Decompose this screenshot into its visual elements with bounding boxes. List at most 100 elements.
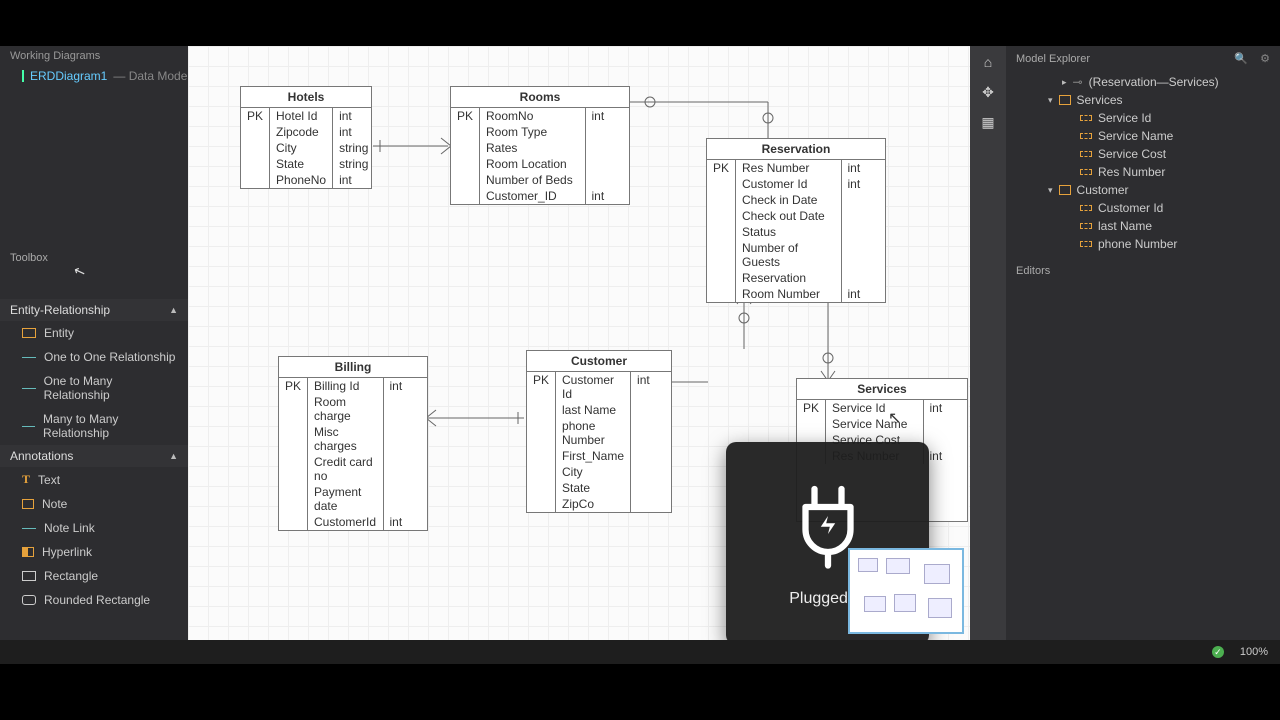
diagram-name: ERDDiagram1 (30, 69, 107, 83)
expand-arrows-icon[interactable]: ✥ (976, 80, 1000, 104)
status-ok-icon: ✓ (1212, 646, 1224, 658)
ann-group[interactable]: Annotations ▲ (0, 445, 188, 467)
tree-label: Service Id (1098, 111, 1151, 125)
palette-item[interactable]: One to One Relationship (0, 345, 188, 369)
palette-label: Rectangle (44, 569, 98, 583)
tree-label: Res Number (1098, 165, 1165, 179)
tree-label: Customer Id (1098, 201, 1163, 215)
column-icon (1080, 241, 1092, 247)
palette-item[interactable]: Rounded Rectangle (0, 588, 188, 612)
letterbox-bottom (0, 664, 1280, 720)
palette-icon (22, 388, 36, 389)
tree-item-column[interactable]: Res Number (1012, 163, 1274, 181)
palette-label: Text (38, 473, 60, 487)
palette-item[interactable]: Rectangle (0, 564, 188, 588)
ann-group-label: Annotations (10, 449, 73, 463)
entity-title: Reservation (707, 139, 885, 160)
entity-columns: PKRes NumberintCustomer IdintCheck in Da… (707, 160, 885, 302)
palette-label: One to One Relationship (44, 350, 175, 364)
column-icon (1080, 169, 1092, 175)
editors-title: Editors (1016, 265, 1050, 277)
entity-title: Services (797, 379, 967, 400)
working-diagrams-header: Working Diagrams (0, 46, 188, 66)
palette-item[interactable]: One to Many Relationship (0, 369, 188, 407)
palette-icon (22, 547, 34, 557)
chevron-down-icon: ▾ (1048, 95, 1053, 106)
palette-icon (22, 357, 36, 358)
entity-rooms[interactable]: Rooms PKRoomNointRoom TypeRatesRoom Loca… (450, 86, 630, 205)
minimap[interactable] (848, 548, 964, 634)
status-bar: ✓ 100% (0, 640, 1280, 664)
palette-item[interactable]: Note Link (0, 516, 188, 540)
collapse-icon: ▲ (169, 451, 178, 461)
tree-item-column[interactable]: phone Number (1012, 235, 1274, 253)
palette-icon (22, 426, 35, 427)
palette-label: Rounded Rectangle (44, 593, 150, 607)
editors-header: Editors (1006, 259, 1280, 283)
palette-item[interactable]: Hyperlink (0, 540, 188, 564)
entity-title: Hotels (241, 87, 371, 108)
toolbox-title: Toolbox (10, 252, 48, 264)
column-icon (1080, 151, 1092, 157)
home-button[interactable]: ⌂ (976, 50, 1000, 74)
palette-label: One to Many Relationship (44, 374, 178, 402)
palette-icon (22, 528, 36, 529)
entity-columns: PKBilling IdintRoom chargeMisc chargesCr… (279, 378, 427, 530)
tree-item-column[interactable]: last Name (1012, 217, 1274, 235)
palette-icon (22, 499, 34, 509)
palette-icon (22, 571, 36, 581)
chevron-right-icon: ▸ (1062, 77, 1067, 88)
entity-customer[interactable]: Customer PKCustomer Idintlast Namephone … (526, 350, 672, 513)
palette-icon (22, 328, 36, 338)
model-explorer-header: Model Explorer 🔍 ⚙ (1006, 46, 1280, 71)
entity-columns: PKHotel IdintZipcodeintCitystringStatest… (241, 108, 374, 188)
tree-label: Customer (1077, 183, 1129, 197)
left-panel: Working Diagrams ERDDiagram1 — Data Mode… (0, 46, 188, 640)
tree-item-column[interactable]: Service Id (1012, 109, 1274, 127)
collapse-icon: ▲ (169, 305, 178, 315)
tree-item-services[interactable]: ▾ Services (1012, 91, 1274, 109)
grid-icon[interactable]: ▦ (976, 110, 1000, 134)
diagram-tree-item[interactable]: ERDDiagram1 — Data Model1 (0, 66, 188, 86)
palette-item[interactable]: Entity (0, 321, 188, 345)
entity-columns: PKCustomer Idintlast Namephone NumberFir… (527, 372, 671, 512)
column-icon (1080, 115, 1092, 121)
entity-title: Rooms (451, 87, 629, 108)
diagram-canvas[interactable]: Hotels PKHotel IdintZipcodeintCitystring… (188, 46, 970, 640)
tree-item-relationship[interactable]: ▸ ⊸ (Reservation—Services) (1012, 73, 1274, 91)
palette-item[interactable]: Many to Many Relationship (0, 407, 188, 445)
entity-title: Customer (527, 351, 671, 372)
palette-icon: T (22, 472, 30, 487)
entity-icon (1059, 95, 1071, 105)
toolbox-header: Toolbox (0, 246, 188, 270)
tree-item-column[interactable]: Service Name (1012, 127, 1274, 145)
tree-item-column[interactable]: Customer Id (1012, 199, 1274, 217)
tree-label: Services (1077, 93, 1123, 107)
palette-item[interactable]: Note (0, 492, 188, 516)
entity-icon (1059, 185, 1071, 195)
palette-icon (22, 595, 36, 605)
palette-item[interactable]: T Text (0, 467, 188, 492)
column-icon (1080, 133, 1092, 139)
canvas-tool-strip: ⌂ ✥ ▦ (970, 46, 1006, 640)
tree-label: Service Cost (1098, 147, 1166, 161)
gear-icon[interactable]: ⚙ (1260, 52, 1270, 65)
chevron-down-icon: ▾ (1048, 185, 1053, 196)
tree-label: last Name (1098, 219, 1152, 233)
tree-item-customer[interactable]: ▾ Customer (1012, 181, 1274, 199)
search-icon[interactable]: 🔍 (1234, 52, 1248, 65)
zoom-level[interactable]: 100% (1240, 646, 1268, 658)
palette-label: Many to Many Relationship (43, 412, 178, 440)
entity-billing[interactable]: Billing PKBilling IdintRoom chargeMisc c… (278, 356, 428, 531)
letterbox-top (0, 0, 1280, 46)
entity-title: Billing (279, 357, 427, 378)
tree-item-column[interactable]: Service Cost (1012, 145, 1274, 163)
palette-label: Note (42, 497, 67, 511)
entity-hotels[interactable]: Hotels PKHotel IdintZipcodeintCitystring… (240, 86, 372, 189)
tree-label: phone Number (1098, 237, 1177, 251)
tree-label: Service Name (1098, 129, 1173, 143)
entity-columns: PKRoomNointRoom TypeRatesRoom LocationNu… (451, 108, 629, 204)
entity-reservation[interactable]: Reservation PKRes NumberintCustomer Idin… (706, 138, 886, 303)
column-icon (1080, 205, 1092, 211)
right-panel: Model Explorer 🔍 ⚙ ▸ ⊸ (Reservation—Serv… (1006, 46, 1280, 640)
